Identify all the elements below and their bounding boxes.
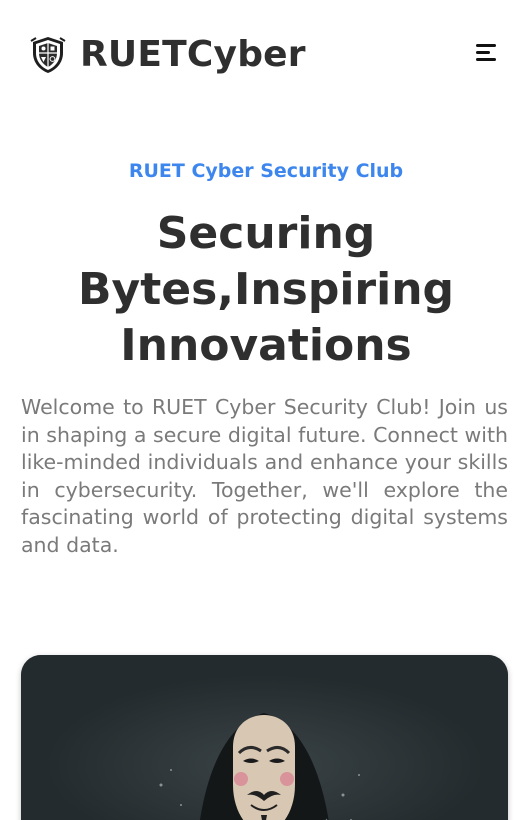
brand-name: RUETCyber <box>80 34 306 75</box>
page: RUETCyber RUET Cyber Security Club Secur… <box>0 0 532 820</box>
hero-intro: Welcome to RUET Cyber Security Club! Joi… <box>21 395 508 557</box>
hero-eyebrow: RUET Cyber Security Club <box>128 160 404 182</box>
masked-hacker-image <box>21 655 508 820</box>
hamburger-menu-icon <box>476 44 496 47</box>
menu-button[interactable] <box>474 42 500 64</box>
hamburger-menu-icon-bar <box>476 58 496 61</box>
hamburger-menu-icon-bar <box>476 51 490 54</box>
brand-link[interactable]: RUETCyber <box>28 34 306 76</box>
hero-image-card <box>21 655 508 820</box>
headline-line: Bytes,Inspiring <box>77 264 455 315</box>
headline-line: Innovations <box>120 320 412 371</box>
shield-crest-logo-icon <box>30 37 66 73</box>
hero-headline: Securing Bytes,Inspiring Innovations <box>0 206 532 374</box>
headline-line: Securing <box>156 208 376 259</box>
site-header: RUETCyber <box>0 0 532 110</box>
